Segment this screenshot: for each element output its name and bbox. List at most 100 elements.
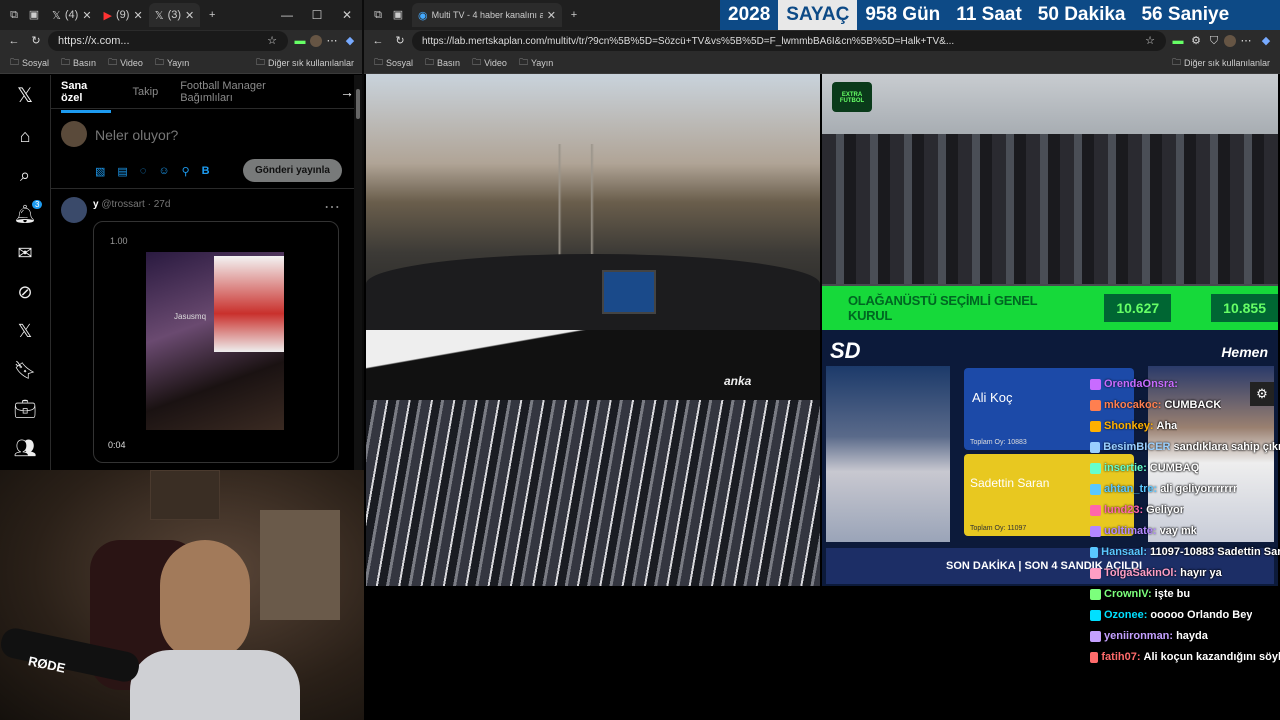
messages-icon[interactable]: ✉	[17, 243, 32, 264]
bookmark-video[interactable]: 🗀 Video	[108, 55, 143, 71]
extension-icon[interactable]: ▬	[294, 35, 306, 47]
chat-username[interactable]: lund23:	[1104, 500, 1143, 521]
close-window-icon[interactable]: ✕	[332, 8, 362, 22]
tv-tram-feed[interactable]	[366, 74, 820, 330]
puzzle-icon[interactable]: ⚙	[1190, 35, 1202, 47]
workspaces-icon[interactable]: ⧉	[8, 9, 20, 21]
compose-input[interactable]: Neler oluyor?	[95, 127, 178, 143]
home-icon[interactable]: ⌂	[20, 126, 31, 147]
left-url-field[interactable]: https://x.com... ☆	[48, 31, 288, 51]
arrow-right-icon[interactable]: →	[340, 84, 354, 100]
grok-icon[interactable]: ⊘	[17, 282, 32, 303]
search-icon[interactable]: ⌕	[20, 165, 30, 186]
tv-sports-feed[interactable]: EXTRA FUTBOL OLAĞANÜSTÜ SEÇİMLİ GENEL KU…	[822, 74, 1278, 330]
maximize-icon[interactable]: ☐	[302, 8, 332, 22]
copilot-icon[interactable]: ◆	[344, 35, 356, 47]
chat-username[interactable]: CrownIV:	[1104, 584, 1152, 605]
chat-username[interactable]: BesimBICER	[1103, 437, 1170, 458]
gif-icon[interactable]: ▤	[117, 165, 127, 178]
bookmark-yayin[interactable]: 🗀 Yayın	[155, 55, 189, 71]
more-icon[interactable]: ⋯	[324, 197, 340, 217]
bookmark-other[interactable]: 🗀 Diğer sık kullanılanlar	[256, 55, 354, 71]
chat-username[interactable]: ahtan_tre:	[1104, 479, 1157, 500]
post-button[interactable]: Gönderi yayınla	[242, 159, 342, 182]
tv-stadium-feed[interactable]: anka	[366, 330, 820, 586]
chat-username[interactable]: mkocakoc:	[1104, 395, 1161, 416]
chat-username[interactable]: fatih07:	[1101, 647, 1140, 668]
shield-icon[interactable]: ⛉	[1208, 35, 1220, 47]
bookmark-video[interactable]: 🗀 Video	[472, 55, 507, 71]
chat-badge-icon	[1090, 505, 1101, 516]
chat-username[interactable]: OrendaOnsra:	[1104, 374, 1178, 395]
avatar[interactable]	[61, 197, 87, 223]
emoji-icon[interactable]: ☺	[158, 165, 169, 178]
jobs-icon[interactable]: 💼︎	[14, 399, 37, 420]
copilot-icon[interactable]: ◆	[1260, 35, 1272, 47]
refresh-icon[interactable]: ↻	[394, 35, 406, 47]
streamer-body	[130, 650, 300, 720]
chat-text: hayır ya	[1180, 567, 1222, 579]
tab-multitv[interactable]: ◉ Multi TV - 4 haber kanalını a ✕	[412, 3, 562, 27]
folder-icon: 🗀	[1171, 56, 1181, 67]
tab-takip[interactable]: Takip	[133, 86, 159, 98]
more-icon[interactable]: ⋯	[1240, 35, 1252, 47]
bold-icon[interactable]: B	[202, 165, 210, 178]
chat-badge-icon	[1090, 631, 1101, 642]
new-tab-icon[interactable]: +	[206, 9, 218, 21]
chat-username[interactable]: Shonkey:	[1104, 416, 1154, 437]
bookmarks-icon[interactable]: 🔖︎	[14, 360, 37, 381]
notifications-icon[interactable]: 🔔︎ 3	[14, 200, 43, 225]
chat-username[interactable]: yeniironman:	[1104, 626, 1173, 647]
tab-x-1[interactable]: 𝕏 (4) ✕	[46, 3, 98, 27]
notif-badge: 3	[31, 200, 43, 209]
close-icon[interactable]: ✕	[547, 9, 556, 22]
grok-icon[interactable]: ◌	[140, 165, 147, 178]
x-logo-icon[interactable]: 𝕏	[17, 83, 33, 108]
refresh-icon[interactable]: ↻	[30, 35, 42, 47]
tram-dashboard	[366, 254, 820, 330]
chat-username[interactable]: Hansaal:	[1101, 542, 1147, 563]
close-icon[interactable]: ✕	[82, 9, 91, 22]
tab-actions-icon[interactable]: ▣	[28, 9, 40, 21]
bookmark-basin[interactable]: 🗀 Basın	[61, 55, 96, 71]
bookmark-basin[interactable]: 🗀 Basın	[425, 55, 460, 71]
more-icon[interactable]: ⋯	[326, 35, 338, 47]
close-icon[interactable]: ✕	[185, 9, 194, 22]
back-icon[interactable]: ←	[8, 35, 20, 47]
post[interactable]: y @trossart · 27d ⋯ 1.00 Jasusmq 0:04	[51, 189, 354, 463]
bookmark-yayin[interactable]: 🗀 Yayın	[519, 55, 553, 71]
tab-youtube[interactable]: ▶ (9) ✕	[98, 3, 149, 27]
workspaces-icon[interactable]: ⧉	[372, 9, 384, 21]
minimize-icon[interactable]: —	[272, 8, 302, 22]
tab-football-manager[interactable]: Football Manager Bağımlıları	[180, 80, 318, 104]
bookmark-sosyal[interactable]: 🗀 Sosyal	[10, 55, 49, 71]
scrollbar[interactable]	[354, 75, 362, 470]
bookmark-other[interactable]: 🗀 Diğer sık kullanılanlar	[1172, 55, 1270, 71]
right-tab-bar: ⧉ ▣ ◉ Multi TV - 4 haber kanalını a ✕ +	[364, 0, 720, 30]
x-premium-icon[interactable]: 𝕏	[18, 321, 33, 342]
close-icon[interactable]: ✕	[133, 9, 142, 22]
extension-icon[interactable]: ▬	[1172, 35, 1184, 47]
x-tabs: Sana özel Takip Football Manager Bağımlı…	[51, 75, 354, 113]
chat-username[interactable]: Ozonee:	[1104, 605, 1147, 626]
avatar[interactable]	[310, 35, 322, 47]
communities-icon[interactable]: 👥︎	[14, 438, 37, 459]
video-player[interactable]: 1.00 Jasusmq 0:04	[93, 221, 339, 463]
tab-actions-icon[interactable]: ▣	[392, 9, 404, 21]
youtube-icon: ▶	[103, 9, 113, 22]
avatar[interactable]	[1224, 35, 1236, 47]
image-icon[interactable]: ▧	[95, 165, 105, 178]
tab-x-2[interactable]: 𝕏 (3) ✕	[148, 3, 201, 27]
back-icon[interactable]: ←	[372, 35, 384, 47]
tab-sana-ozel[interactable]: Sana özel	[61, 80, 111, 113]
new-tab-icon[interactable]: +	[568, 9, 580, 21]
right-url-field[interactable]: https://lab.mertskaplan.com/multitv/tr/?…	[412, 31, 1166, 51]
bookmark-sosyal[interactable]: 🗀 Sosyal	[374, 55, 413, 71]
favorite-star-icon[interactable]: ☆	[1144, 35, 1156, 47]
right-address-bar: ← ↻ https://lab.mertskaplan.com/multitv/…	[364, 30, 1280, 52]
chat-username[interactable]: uoltimate:	[1104, 521, 1157, 542]
chat-username[interactable]: TolgaSakinOl:	[1104, 563, 1177, 584]
chat-username[interactable]: insertie:	[1104, 458, 1147, 479]
favorite-star-icon[interactable]: ☆	[266, 35, 278, 47]
location-icon[interactable]: ⚲	[182, 165, 190, 178]
